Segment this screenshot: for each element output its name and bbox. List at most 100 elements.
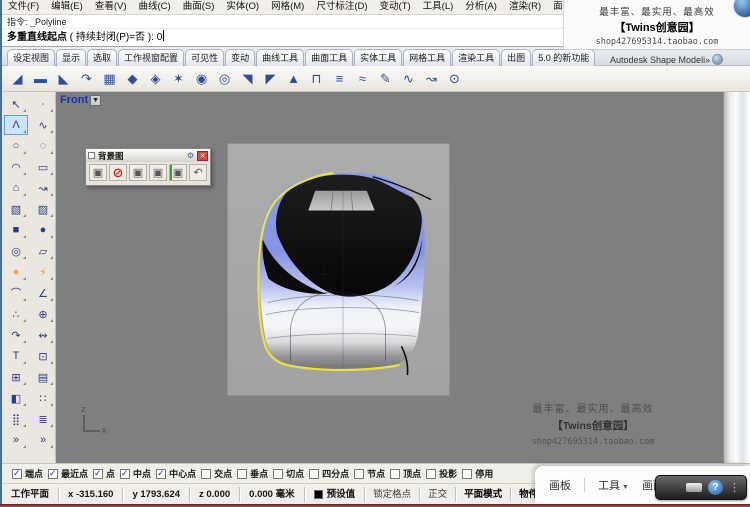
front-viewport[interactable]: Front ▼ 背景图 ⚙ ✕ ▣ ⊘ ▣ ▣ ▣ ↶ z x 最丰富、最实用、… [56, 92, 723, 463]
grid-snap-icon[interactable]: ⣿ [4, 409, 28, 429]
menu-item[interactable]: 文件(F) [2, 0, 45, 14]
arc-icon[interactable]: ◠ [4, 157, 28, 177]
distribute-icon[interactable]: ≣ [31, 409, 55, 429]
extrude-icon[interactable]: ▲ [282, 68, 305, 90]
right-panel-edge[interactable] [723, 92, 750, 463]
hatch-icon[interactable]: ▤ [31, 367, 55, 387]
offset-surface-icon[interactable]: ≡ [328, 68, 351, 90]
blend-surface-icon[interactable]: ≈ [351, 68, 374, 90]
rail-revolve-icon[interactable]: ◎ [213, 68, 236, 90]
menu-item[interactable]: 渲染(R) [503, 0, 547, 14]
patch-surface-icon[interactable]: ▨ [31, 199, 55, 219]
osnap-checkbox[interactable]: 节点 [354, 467, 385, 480]
toolbar-tab[interactable]: 可见性 [185, 49, 225, 66]
viewport-menu-chevron-icon[interactable]: ▼ [90, 94, 102, 106]
toolbar-tab[interactable]: 实体工具 [354, 49, 403, 66]
osnap-checkbox[interactable]: 四分点 [309, 467, 349, 480]
patch-icon[interactable]: ✶ [167, 68, 190, 90]
cap-holes-icon[interactable]: ⊓ [305, 68, 328, 90]
checkbox-icon[interactable] [120, 468, 131, 479]
osnap-checkbox[interactable]: 停用 [462, 467, 493, 480]
show-edges-icon[interactable]: ⊙ [443, 68, 466, 90]
checkbox-icon[interactable] [93, 468, 104, 479]
toolbar-tab[interactable]: 出图 [501, 49, 532, 66]
sweep-icon[interactable]: ↷ [75, 68, 98, 90]
toolbar-tab[interactable]: 显示 [56, 49, 87, 66]
loft-icon[interactable]: ◈ [144, 68, 167, 90]
osnap-checkbox[interactable]: 点 [93, 467, 115, 480]
network-surface-icon[interactable]: ▦ [98, 68, 121, 90]
block-icon[interactable]: ⊞ [4, 367, 28, 387]
layer-cell[interactable]: 预设值 [305, 486, 366, 502]
osnap-checkbox[interactable]: 端点 [12, 467, 43, 480]
toolbar-tab[interactable]: 网格工具 [403, 49, 452, 66]
torus-icon[interactable]: ◎ [4, 241, 28, 261]
sweep-1-rail-icon[interactable]: ◥ [236, 68, 259, 90]
checkbox-icon[interactable] [390, 468, 401, 479]
osnap-checkbox[interactable]: 顶点 [390, 467, 421, 480]
toolbar-tab[interactable]: 变动 [225, 49, 256, 66]
sphere-icon[interactable]: ● [31, 220, 55, 240]
more-options-icon[interactable]: ⋮ [729, 481, 740, 494]
rectangle-icon[interactable]: ▭ [31, 157, 55, 177]
circle-icon[interactable]: ○ [4, 136, 28, 156]
tab-overflow-label[interactable]: Autodesk Shape Modeli» [610, 55, 710, 65]
osnap-checkbox[interactable]: 垂点 [237, 467, 268, 480]
move-points-icon[interactable]: ⊡ [31, 346, 55, 366]
more-tools-right-icon[interactable]: » [31, 430, 55, 450]
tools-menu-item[interactable]: 工具 ▼ [598, 477, 629, 493]
ellipse-icon[interactable]: ◌ [31, 136, 55, 156]
menu-item[interactable]: 曲线(C) [132, 0, 176, 14]
menu-item[interactable]: 尺寸标注(D) [310, 0, 373, 14]
curve-handle-icon[interactable]: ↝ [420, 68, 443, 90]
player-chip-icon[interactable] [686, 483, 702, 492]
checkbox-icon[interactable] [273, 468, 284, 479]
help-icon[interactable]: ? [708, 480, 723, 495]
arc-blend-icon[interactable]: ↷ [4, 325, 28, 345]
checkbox-icon[interactable] [426, 468, 437, 479]
extend-surface-icon[interactable]: ◢ [6, 68, 29, 90]
menu-item[interactable]: 查看(V) [89, 0, 133, 14]
checkbox-icon[interactable] [156, 468, 167, 479]
more-tools-left-icon[interactable]: » [4, 430, 28, 450]
osnap-checkbox[interactable]: 切点 [273, 467, 304, 480]
viewport-title[interactable]: Front ▼ [60, 94, 102, 106]
align-background-image-icon[interactable]: ▣ [149, 164, 167, 181]
status-toggle[interactable]: 正交 [420, 486, 457, 502]
close-icon[interactable]: ✕ [197, 150, 208, 161]
menu-item[interactable]: 工具(L) [417, 0, 460, 14]
text-icon[interactable]: T [4, 346, 28, 366]
move-background-image-icon[interactable]: ▣ [129, 164, 147, 181]
status-toggle[interactable]: 锁定格点 [365, 486, 421, 502]
surface-from-points-icon[interactable]: ◆ [121, 68, 144, 90]
checkbox-icon[interactable] [309, 468, 320, 479]
trim-icon[interactable]: ⚡ [31, 262, 55, 282]
explode-icon[interactable]: ✶ [4, 262, 28, 282]
toolbar-tab[interactable]: 曲面工具 [305, 49, 354, 66]
point-icon[interactable]: ∙ [31, 94, 55, 114]
revolve-icon[interactable]: ◉ [190, 68, 213, 90]
osnap-checkbox[interactable]: 投影 [426, 467, 457, 480]
osnap-checkbox[interactable]: 交点 [201, 467, 232, 480]
box-icon[interactable]: ■ [4, 220, 28, 240]
scale-background-image-icon[interactable]: ▣ [169, 164, 187, 181]
command-input-value[interactable]: 0 [157, 32, 163, 43]
plane-icon[interactable]: ▱ [31, 241, 55, 261]
match-surface-icon[interactable]: ✎ [374, 68, 397, 90]
freeform-curve-icon[interactable]: ↝ [31, 178, 55, 198]
osnap-checkbox[interactable]: 最近点 [48, 467, 88, 480]
checkbox-icon[interactable] [354, 468, 365, 479]
group-icon[interactable]: ∴ [4, 304, 28, 324]
menu-item[interactable]: 网格(M) [265, 0, 310, 14]
osnap-checkbox[interactable]: 中心点 [156, 467, 196, 480]
curve-blend-icon[interactable]: ↭ [31, 325, 55, 345]
toolbar-tab[interactable]: 工作视窗配置 [118, 49, 185, 66]
select-icon[interactable]: ↖ [4, 94, 28, 114]
gear-icon[interactable]: ⚙ [187, 151, 194, 160]
background-image-toolbar-titlebar[interactable]: 背景图 ⚙ ✕ [86, 149, 210, 162]
sweep-2-rails-icon[interactable]: ◤ [259, 68, 282, 90]
trace-background-image-icon[interactable]: ↶ [189, 164, 207, 181]
boolean-union-icon[interactable]: ⊕ [31, 304, 55, 324]
menu-item[interactable]: 实体(O) [220, 0, 265, 14]
remove-background-image-icon[interactable]: ⊘ [109, 164, 127, 181]
